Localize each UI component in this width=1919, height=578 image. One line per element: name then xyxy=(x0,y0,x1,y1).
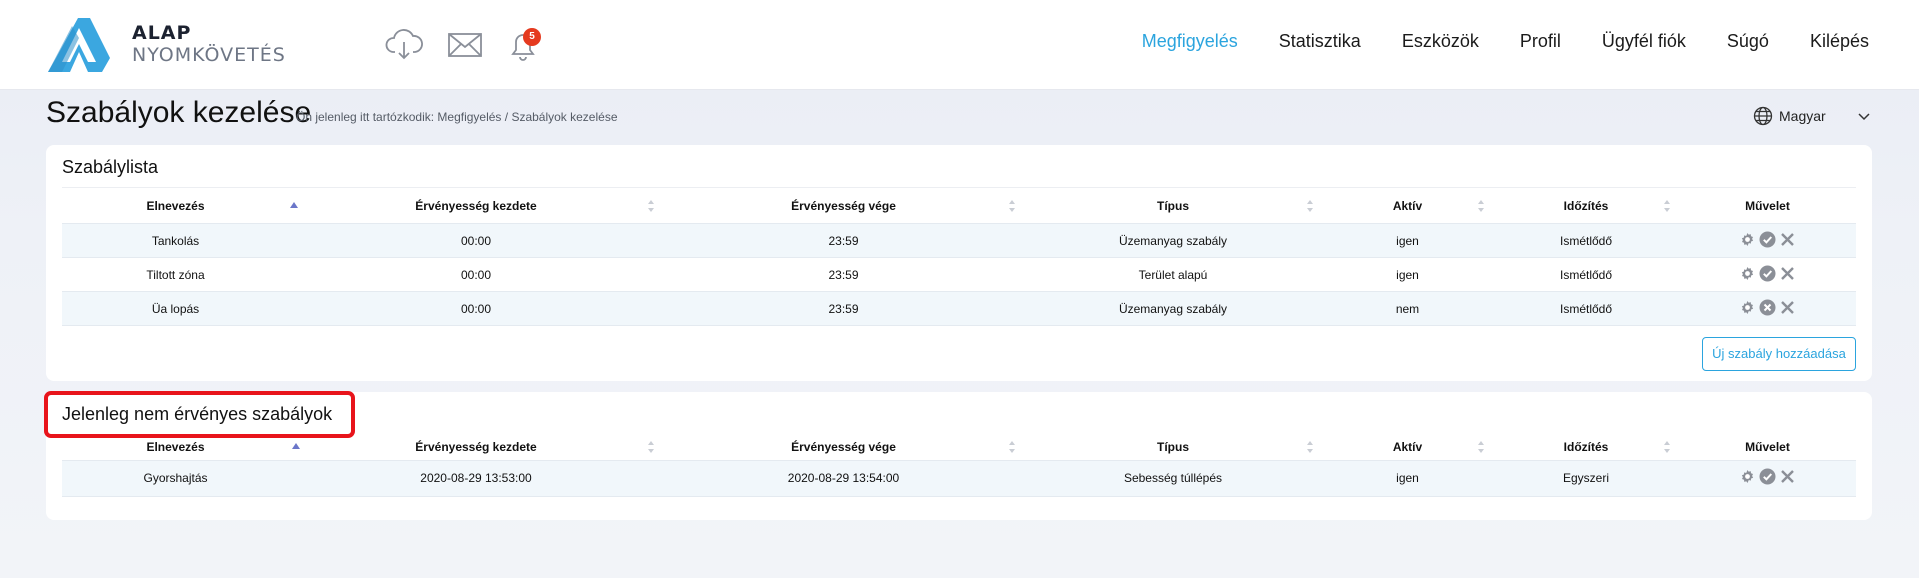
cloud-download-icon[interactable] xyxy=(385,26,423,62)
column-header-start[interactable]: Érvényesség kezdete xyxy=(289,435,663,460)
nav-item-statisztika[interactable]: Statisztika xyxy=(1279,31,1361,52)
cell-type: Üzemanyag szabály xyxy=(1024,291,1322,326)
cell-start: 00:00 xyxy=(289,257,663,292)
cell-name: Tankolás xyxy=(62,223,289,258)
top-navigation-bar: ALAP NYOMKÖVETÉS 5 Megfigyelés Statiszti… xyxy=(0,0,1919,90)
close-icon[interactable] xyxy=(1779,231,1796,248)
rule-list-title: Szabálylista xyxy=(62,157,159,177)
cell-name: Tiltott zóna xyxy=(62,257,289,292)
nav-item-ugyfel-fiok[interactable]: Ügyfél fiók xyxy=(1602,31,1686,52)
nav-item-eszkozok[interactable]: Eszközök xyxy=(1402,31,1479,52)
sort-icon[interactable] xyxy=(647,440,655,454)
table-header-row: Elnevezés Érvényesség kezdete Érvényessé… xyxy=(62,435,1856,460)
logo-icon[interactable] xyxy=(48,18,110,72)
language-selector[interactable]: Magyar xyxy=(1753,106,1826,126)
close-icon[interactable] xyxy=(1779,299,1796,316)
brand-subtitle: NYOMKÖVETÉS xyxy=(132,44,286,66)
cell-end: 23:59 xyxy=(663,291,1024,326)
breadcrumb: Ön jelenleg itt tartózkodik: Megfigyelés… xyxy=(296,110,618,124)
table-header-row: Elnevezés Érvényesség kezdete Érvényessé… xyxy=(62,187,1856,224)
cell-end: 23:59 xyxy=(663,223,1024,258)
cell-start: 00:00 xyxy=(289,291,663,326)
cell-actions xyxy=(1679,460,1856,496)
column-header-active[interactable]: Aktív xyxy=(1322,435,1493,460)
cell-actions xyxy=(1679,257,1856,292)
highlight-box xyxy=(44,391,355,438)
column-header-name[interactable]: Elnevezés xyxy=(62,435,300,460)
column-header-timing[interactable]: Időzítés xyxy=(1493,435,1679,460)
table-row[interactable]: Gyorshajtás 2020-08-29 13:53:00 2020-08-… xyxy=(62,460,1856,496)
column-header-type[interactable]: Típus xyxy=(1024,187,1322,224)
cancel-circle-icon[interactable] xyxy=(1759,299,1776,316)
nav-item-megfigyeles[interactable]: Megfigyelés xyxy=(1142,31,1238,52)
table-row[interactable]: Tiltott zóna 00:00 23:59 Terület alapú i… xyxy=(62,257,1856,292)
cell-timing: Ismétlődő xyxy=(1493,291,1679,326)
nav-item-sugo[interactable]: Súgó xyxy=(1727,31,1769,52)
cell-end: 23:59 xyxy=(663,257,1024,292)
column-header-active[interactable]: Aktív xyxy=(1322,187,1493,224)
sort-icon[interactable] xyxy=(647,199,655,213)
cell-actions xyxy=(1679,223,1856,258)
column-header-name[interactable]: Elnevezés xyxy=(62,187,298,224)
close-icon[interactable] xyxy=(1779,265,1796,282)
check-circle-icon[interactable] xyxy=(1759,265,1776,282)
check-circle-icon[interactable] xyxy=(1759,468,1776,485)
sort-icon[interactable] xyxy=(1477,199,1485,213)
globe-icon xyxy=(1753,106,1773,126)
add-rule-button[interactable]: Új szabály hozzáadása xyxy=(1702,337,1856,371)
close-icon[interactable] xyxy=(1779,468,1796,485)
cell-name: Gyorshajtás xyxy=(62,460,289,496)
cell-end: 2020-08-29 13:54:00 xyxy=(663,460,1024,496)
rule-list-card: Szabálylista Elnevezés Érvényesség kezde… xyxy=(46,145,1872,381)
cell-actions xyxy=(1679,291,1856,326)
cell-timing: Egyszeri xyxy=(1493,460,1679,496)
language-label: Magyar xyxy=(1779,108,1826,124)
inactive-rules-table: Elnevezés Érvényesség kezdete Érvényessé… xyxy=(62,435,1856,497)
column-header-timing[interactable]: Időzítés xyxy=(1493,187,1679,224)
page-title: Szabályok kezelése xyxy=(46,96,312,129)
notification-badge: 5 xyxy=(523,28,541,46)
column-header-start[interactable]: Érvényesség kezdete xyxy=(289,187,663,224)
cell-timing: Ismétlődő xyxy=(1493,223,1679,258)
gear-icon[interactable] xyxy=(1739,231,1756,248)
cell-active: igen xyxy=(1322,223,1493,258)
column-header-action: Művelet xyxy=(1679,187,1856,224)
cell-active: nem xyxy=(1322,291,1493,326)
sort-icon[interactable] xyxy=(1008,199,1016,213)
main-nav: Megfigyelés Statisztika Eszközök Profil … xyxy=(1101,31,1869,52)
mail-icon[interactable] xyxy=(446,26,484,62)
sort-icon[interactable] xyxy=(1008,440,1016,454)
chevron-down-icon[interactable] xyxy=(1856,108,1872,124)
cell-type: Sebesség túllépés xyxy=(1024,460,1322,496)
brand-name: ALAP xyxy=(132,22,192,44)
table-row[interactable]: Üa lopás 00:00 23:59 Üzemanyag szabály n… xyxy=(62,291,1856,326)
sort-icon[interactable] xyxy=(1663,440,1671,454)
sort-icon[interactable] xyxy=(1477,440,1485,454)
cell-name: Üa lopás xyxy=(62,291,289,326)
sort-icon[interactable] xyxy=(1306,199,1314,213)
sort-icon[interactable] xyxy=(1306,440,1314,454)
table-row[interactable]: Tankolás 00:00 23:59 Üzemanyag szabály i… xyxy=(62,223,1856,258)
gear-icon[interactable] xyxy=(1739,468,1756,485)
column-header-action: Művelet xyxy=(1745,440,1790,455)
nav-item-kilepes[interactable]: Kilépés xyxy=(1810,31,1869,52)
rule-list-table: Elnevezés Érvényesség kezdete Érvényessé… xyxy=(62,187,1856,326)
cell-timing: Ismétlődő xyxy=(1493,257,1679,292)
cell-active: igen xyxy=(1322,257,1493,292)
cell-type: Üzemanyag szabály xyxy=(1024,223,1322,258)
cell-active: igen xyxy=(1322,460,1493,496)
gear-icon[interactable] xyxy=(1739,299,1756,316)
column-header-end[interactable]: Érvényesség vége xyxy=(663,435,1024,460)
check-circle-icon[interactable] xyxy=(1759,231,1776,248)
gear-icon[interactable] xyxy=(1739,265,1756,282)
column-header-type[interactable]: Típus xyxy=(1024,435,1322,460)
cell-type: Terület alapú xyxy=(1024,257,1322,292)
sort-icon[interactable] xyxy=(1663,199,1671,213)
nav-item-profil[interactable]: Profil xyxy=(1520,31,1561,52)
cell-start: 2020-08-29 13:53:00 xyxy=(289,460,663,496)
cell-start: 00:00 xyxy=(289,223,663,258)
column-header-end[interactable]: Érvényesség vége xyxy=(663,187,1024,224)
